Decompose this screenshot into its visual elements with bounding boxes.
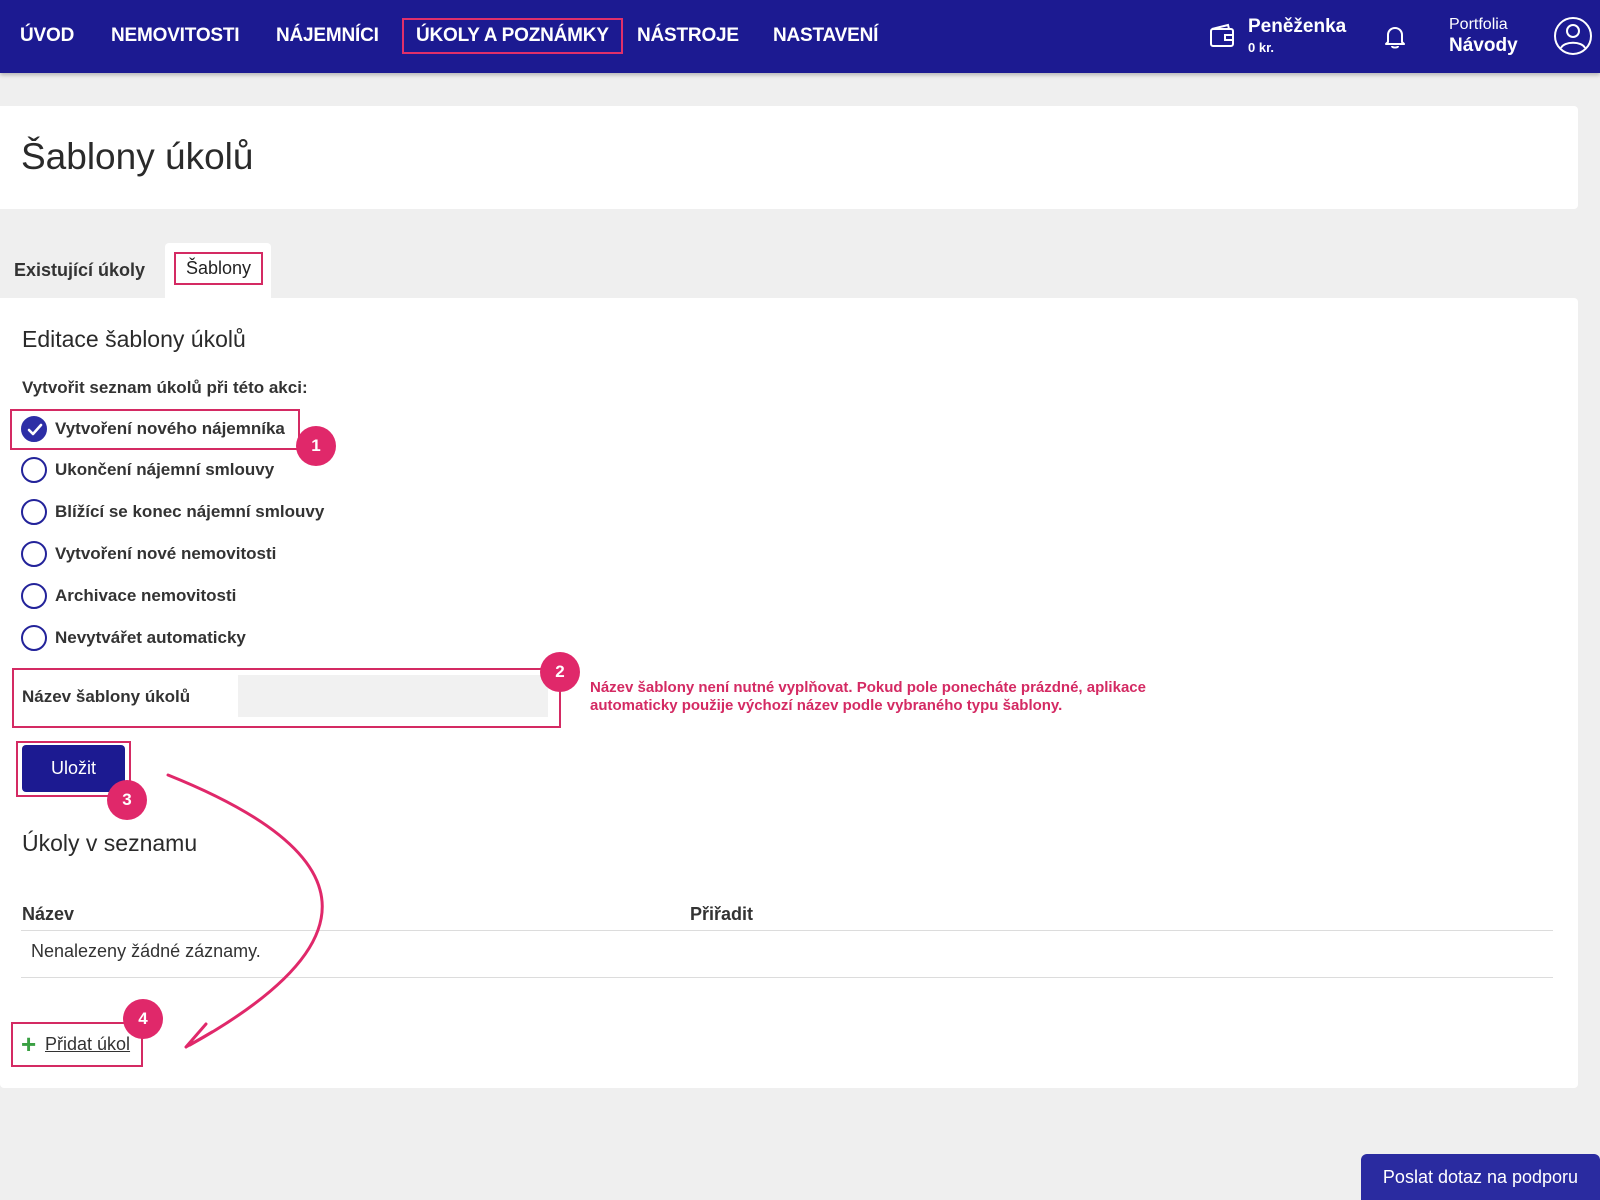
tasks-section-title: Úkoly v seznamu xyxy=(22,830,198,856)
nav-item-nemovitosti[interactable]: NEMOVITOSTI xyxy=(111,18,240,54)
nav-item-najemnici[interactable]: NÁJEMNÍCI xyxy=(276,18,379,54)
template-name-label: Název šablony úkolů xyxy=(22,687,191,706)
nav-item-uvod[interactable]: ÚVOD xyxy=(20,18,74,54)
radio-label: Vytvoření nového nájemníka xyxy=(55,419,285,438)
nav-item-nastaveni[interactable]: NASTAVENÍ xyxy=(773,18,878,54)
wallet-icon[interactable] xyxy=(1208,22,1236,50)
trigger-label: Vytvořit seznam úkolů při této akci: xyxy=(22,378,308,397)
plus-icon: + xyxy=(21,1029,37,1059)
template-editor-card: Editace šablony úkolů Vytvořit seznam úk… xyxy=(0,298,1578,1088)
step-badge-3: 3 xyxy=(107,780,147,820)
portfolio-label: Portfolia xyxy=(1449,16,1508,33)
radio-unchecked[interactable] xyxy=(21,499,47,525)
tab-templates[interactable]: Šablony xyxy=(165,243,271,298)
template-name-input[interactable] xyxy=(238,675,548,717)
radio-label: Archivace nemovitosti xyxy=(55,586,237,605)
wallet-amount: 0 kr. xyxy=(1248,40,1275,55)
radio-label: Ukončení nájemní smlouvy xyxy=(55,460,275,479)
tab-existing-tasks-label: Existující úkoly xyxy=(14,260,146,280)
add-task-link[interactable]: + Přidat úkol xyxy=(11,1022,143,1067)
radio-checked[interactable] xyxy=(21,416,47,442)
table-divider xyxy=(21,977,1553,978)
radio-label: Nevytvářet automaticky xyxy=(55,628,246,647)
nav-item-nastroje[interactable]: NÁSTROJE xyxy=(637,18,739,54)
radio-unchecked[interactable] xyxy=(21,541,47,567)
step-badge-2: 2 xyxy=(540,652,580,692)
column-header-assign[interactable]: Přiřadit xyxy=(690,904,753,925)
radio-unchecked[interactable] xyxy=(21,625,47,651)
column-header-name[interactable]: Název xyxy=(22,904,74,925)
page-title: Šablony úkolů xyxy=(21,136,254,177)
user-avatar-icon[interactable] xyxy=(1553,16,1593,56)
bell-icon[interactable] xyxy=(1382,24,1408,50)
nav-item-ukoly-a-poznamky[interactable]: ÚKOLY A POZNÁMKY xyxy=(402,18,623,54)
template-name-hint: Název šablony není nutné vyplňovat. Poku… xyxy=(590,679,1146,714)
title-card: Šablony úkolů xyxy=(0,106,1578,209)
step-badge-1: 1 xyxy=(296,426,336,466)
top-navigation: ÚVOD NEMOVITOSTI NÁJEMNÍCI ÚKOLY A POZNÁ… xyxy=(0,0,1600,73)
check-icon xyxy=(27,423,43,436)
wallet-title[interactable]: Peněženka xyxy=(1248,16,1346,38)
tab-existing-tasks[interactable]: Existující úkoly xyxy=(0,243,165,298)
add-task-label: Přidat úkol xyxy=(45,1034,131,1054)
step-badge-4: 4 xyxy=(123,999,163,1039)
table-empty-message: Nenalezeny žádné záznamy. xyxy=(31,941,261,961)
tab-templates-label: Šablony xyxy=(174,252,263,285)
editor-section-title: Editace šablony úkolů xyxy=(22,326,246,352)
radio-unchecked[interactable] xyxy=(21,583,47,609)
portfolio-switcher[interactable]: Návody xyxy=(1449,35,1518,57)
support-button[interactable]: Poslat dotaz na podporu xyxy=(1361,1154,1600,1200)
radio-unchecked[interactable] xyxy=(21,457,47,483)
table-divider xyxy=(21,930,1553,931)
save-button[interactable]: Uložit xyxy=(22,745,125,792)
radio-label: Blížící se konec nájemní smlouvy xyxy=(55,502,325,521)
radio-label: Vytvoření nové nemovitosti xyxy=(55,544,277,563)
